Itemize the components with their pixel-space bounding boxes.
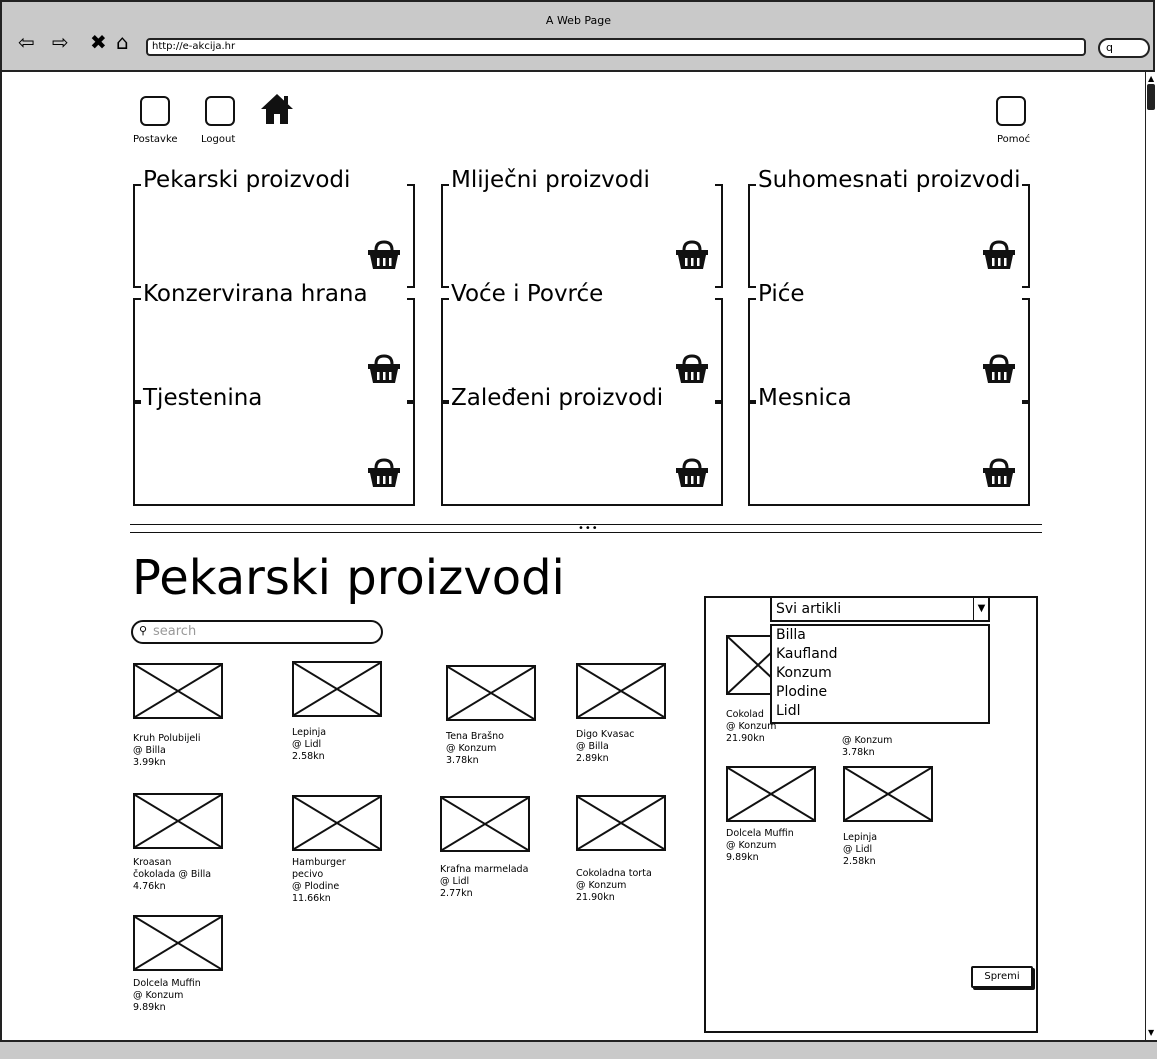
home-icon[interactable]: ⌂ — [116, 30, 129, 54]
help-icon[interactable] — [996, 96, 1026, 126]
product-info: Cokoladna torta @ Konzum 21.90kn — [576, 868, 652, 903]
dropdown-option[interactable]: Billa — [772, 626, 988, 645]
dropdown-option[interactable]: Plodine — [772, 683, 988, 702]
back-arrow-icon[interactable]: ⇦ — [18, 30, 35, 54]
search-icon: ⚲ — [139, 624, 148, 637]
category-card[interactable]: Mliječni proizvodi — [441, 166, 723, 288]
search-icon: q — [1106, 41, 1113, 54]
cart-item-info: @ Konzum 3.78kn — [842, 735, 893, 758]
logout-icon[interactable] — [205, 96, 235, 126]
store-filter-options: Billa Kaufland Konzum Plodine Lidl — [770, 624, 990, 724]
basket-icon[interactable] — [982, 458, 1016, 488]
product-image-placeholder[interactable] — [133, 915, 223, 971]
category-card[interactable]: Tjestenina — [133, 384, 415, 506]
address-bar[interactable]: http://e-akcija.hr — [146, 38, 1086, 56]
home-icon[interactable] — [259, 92, 295, 133]
basket-icon[interactable] — [982, 354, 1016, 384]
window-title: A Web Page — [545, 14, 612, 27]
category-title[interactable]: Tjestenina — [141, 384, 407, 412]
category-title[interactable]: Suhomesnati proizvodi — [756, 166, 1022, 194]
basket-icon[interactable] — [367, 240, 401, 270]
cart-item-image-placeholder[interactable] — [726, 766, 816, 822]
splitter-handle[interactable]: ••• — [578, 524, 599, 534]
product-info: Kruh Polubijeli @ Billa 3.99kn — [133, 733, 201, 768]
status-bar — [0, 1040, 1157, 1059]
product-image-placeholder[interactable] — [133, 793, 223, 849]
category-title[interactable]: Pekarski proizvodi — [141, 166, 407, 194]
section-title: Pekarski proizvodi — [132, 550, 565, 606]
product-info: Lepinja @ Lidl 2.58kn — [292, 727, 327, 762]
basket-icon[interactable] — [367, 458, 401, 488]
product-image-placeholder[interactable] — [446, 665, 536, 721]
category-title[interactable]: Zaleđeni proizvodi — [449, 384, 715, 412]
dropdown-option[interactable]: Konzum — [772, 664, 988, 683]
category-card[interactable]: Zaleđeni proizvodi — [441, 384, 723, 506]
category-card[interactable]: Mesnica — [748, 384, 1030, 506]
product-info: Digo Kvasac @ Billa 2.89kn — [576, 729, 635, 764]
forward-arrow-icon[interactable]: ⇨ — [52, 30, 69, 54]
dropdown-option[interactable]: Kaufland — [772, 645, 988, 664]
dropdown-option[interactable]: Lidl — [772, 702, 988, 721]
basket-icon[interactable] — [367, 354, 401, 384]
product-info: Hamburger pecivo @ Plodine 11.66kn — [292, 857, 346, 904]
product-image-placeholder[interactable] — [292, 795, 382, 851]
category-title[interactable]: Mesnica — [756, 384, 1022, 412]
category-title[interactable]: Mliječni proizvodi — [449, 166, 715, 194]
category-card[interactable]: Pekarski proizvodi — [133, 166, 415, 288]
product-image-placeholder[interactable] — [576, 795, 666, 851]
product-image-placeholder[interactable] — [576, 663, 666, 719]
cart-item-info: Lepinja @ Lidl 2.58kn — [843, 832, 878, 867]
product-info: Dolcela Muffin @ Konzum 9.89kn — [133, 978, 201, 1013]
product-image-placeholder[interactable] — [440, 796, 530, 852]
scrollbar-thumb[interactable] — [1147, 84, 1155, 110]
basket-icon[interactable] — [675, 458, 709, 488]
store-filter-select[interactable]: Svi artikli — [770, 596, 990, 622]
product-info: Krafna marmelada @ Lidl 2.77kn — [440, 864, 529, 899]
logout-label[interactable]: Logout — [201, 134, 235, 145]
search-input[interactable]: search — [131, 620, 383, 644]
product-info: Kroasan čokolada @ Billa 4.76kn — [133, 857, 212, 892]
vertical-scrollbar[interactable] — [1145, 72, 1157, 1040]
category-title[interactable]: Voće i Povrće — [449, 280, 715, 308]
close-icon[interactable]: ✖ — [90, 30, 107, 54]
category-title[interactable]: Konzervirana hrana — [141, 280, 407, 308]
cart-item-image-placeholder[interactable] — [843, 766, 933, 822]
product-info: Tena Brašno @ Konzum 3.78kn — [446, 731, 504, 766]
product-image-placeholder[interactable] — [292, 661, 382, 717]
cart-item-info: Dolcela Muffin @ Konzum 9.89kn — [726, 828, 794, 863]
settings-label[interactable]: Postavke — [133, 134, 178, 145]
window-edge — [0, 72, 2, 1040]
basket-icon[interactable] — [675, 354, 709, 384]
scroll-down-icon[interactable]: ▼ — [1148, 1029, 1154, 1037]
basket-icon[interactable] — [675, 240, 709, 270]
settings-icon[interactable] — [140, 96, 170, 126]
save-button[interactable]: Spremi — [971, 966, 1033, 988]
scroll-up-icon[interactable]: ▲ — [1148, 75, 1154, 83]
basket-icon[interactable] — [982, 240, 1016, 270]
cart-item-info: Cokolad @ Konzum 21.90kn — [726, 709, 777, 744]
help-label[interactable]: Pomoć — [997, 134, 1030, 145]
browser-search-input[interactable]: q — [1098, 38, 1150, 58]
category-card[interactable]: Suhomesnati proizvodi — [748, 166, 1030, 288]
browser-chrome — [0, 0, 1155, 72]
chevron-down-icon[interactable]: ▼ — [973, 598, 989, 620]
product-image-placeholder[interactable] — [133, 663, 223, 719]
category-title[interactable]: Piće — [756, 280, 1022, 308]
